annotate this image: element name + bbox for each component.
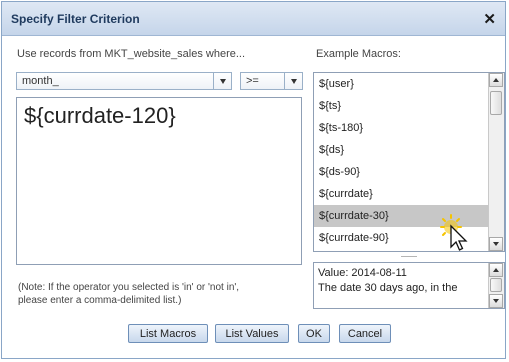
macro-description: Value: 2014-08-11 The date 30 days ago, … — [313, 262, 505, 309]
scroll-down-button[interactable] — [489, 237, 503, 251]
criterion-value-input[interactable]: ${currdate-120} — [16, 97, 302, 265]
scroll-thumb[interactable] — [490, 278, 502, 292]
macro-list-item[interactable]: ${currdate} — [314, 183, 490, 205]
list-macros-button[interactable]: List Macros — [128, 324, 208, 343]
chevron-down-icon — [213, 73, 231, 89]
macro-value-text: Value: 2014-08-11 — [318, 267, 407, 279]
ok-button[interactable]: OK — [298, 324, 330, 343]
macro-description-text: The date 30 days ago, in the — [318, 282, 458, 294]
mouse-cursor-icon — [439, 214, 471, 254]
macro-list-item[interactable]: ${ds} — [314, 139, 490, 161]
macro-list[interactable]: ${user} ${ts} ${ts-180} ${ds} ${ds-90} ${curr… — [313, 72, 505, 252]
macro-list-item[interactable]: ${ts} — [314, 95, 490, 117]
operator-select[interactable]: >= — [240, 72, 303, 90]
filter-dialog: Specify Filter Criterion ✕ Use records f… — [1, 1, 506, 359]
list-values-button[interactable]: List Values — [215, 324, 289, 343]
close-icon[interactable]: ✕ — [483, 10, 496, 28]
scroll-up-button[interactable] — [489, 263, 503, 277]
description-scrollbar[interactable] — [488, 263, 504, 308]
macro-list-item[interactable]: ${ts-180} — [314, 117, 490, 139]
macro-list-scrollbar[interactable] — [488, 73, 504, 251]
example-macros-label: Example Macros: — [316, 48, 401, 60]
scroll-up-button[interactable] — [489, 73, 503, 87]
dialog-title: Specify Filter Criterion — [11, 12, 140, 26]
operator-note-line: please enter a comma-delimited list.) — [18, 295, 182, 306]
criterion-value-text: ${currdate-120} — [24, 103, 176, 128]
scroll-thumb[interactable] — [490, 91, 502, 115]
operator-note-line: (Note: If the operator you selected is '… — [18, 282, 240, 293]
macro-list-item[interactable]: ${ds-90} — [314, 161, 490, 183]
operator-note: (Note: If the operator you selected is '… — [18, 281, 239, 307]
macro-list-item[interactable]: ${user} — [314, 73, 490, 95]
scroll-down-button[interactable] — [489, 294, 503, 308]
field-select-value: month_ — [22, 75, 59, 87]
field-select[interactable]: month_ — [16, 72, 232, 90]
cancel-button[interactable]: Cancel — [339, 324, 391, 343]
records-prompt: Use records from MKT_website_sales where… — [17, 48, 246, 60]
operator-select-value: >= — [246, 75, 259, 87]
title-bar: Specify Filter Criterion ✕ — [2, 2, 505, 36]
chevron-down-icon — [284, 73, 302, 89]
